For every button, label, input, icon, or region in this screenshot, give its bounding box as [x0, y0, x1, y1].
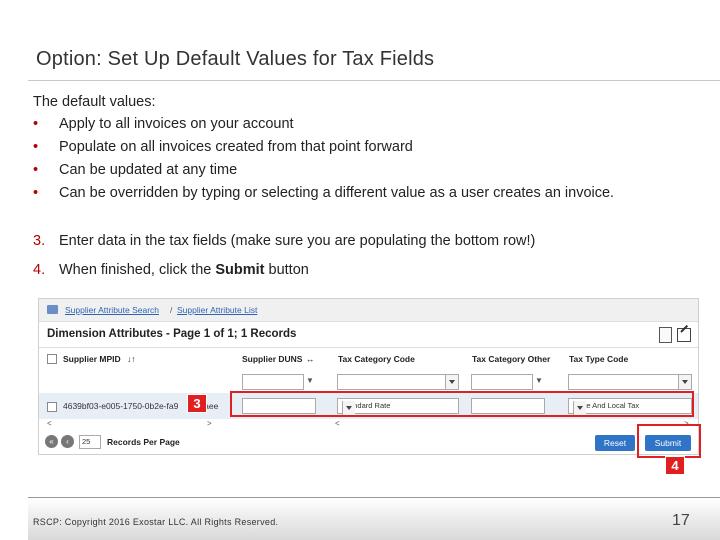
title-divider	[28, 80, 720, 81]
tax-type-code-filter[interactable]	[568, 374, 692, 390]
app-screenshot: Supplier Attribute Search / Supplier Att…	[38, 298, 699, 455]
callout-4-highlight	[637, 424, 701, 458]
callout-3-highlight	[230, 391, 694, 417]
breadcrumb-link-list[interactable]: Supplier Attribute List	[177, 305, 257, 315]
slide-title: Option: Set Up Default Values for Tax Fi…	[36, 48, 435, 70]
breadcrumb-link-search[interactable]: Supplier Attribute Search	[65, 305, 159, 315]
callout-3-badge: 3	[187, 394, 207, 413]
bullet-marker: •	[33, 139, 39, 155]
column-header-mpid[interactable]: Supplier MPID	[63, 354, 121, 364]
step-3-number: 3.	[33, 233, 46, 249]
first-page-icon[interactable]: «	[45, 435, 58, 448]
edit-icon[interactable]	[677, 328, 691, 342]
column-header-tax-category-code[interactable]: Tax Category Code	[338, 354, 415, 364]
column-header-duns[interactable]: Supplier DUNS	[242, 354, 302, 364]
step-3-text: Enter data in the tax fields (make sure …	[59, 233, 536, 249]
breadcrumb: Supplier Attribute Search / Supplier Att…	[39, 299, 698, 322]
bullet-text: Populate on all invoices created from th…	[59, 139, 413, 155]
sort-icon[interactable]: ↓↑	[127, 354, 136, 364]
bullet-text: Can be updated at any time	[59, 162, 238, 178]
step-4: 4. When finished, click the Submit butto…	[33, 262, 309, 278]
page-number: 17	[672, 512, 690, 529]
scroll-right-icon[interactable]: >	[207, 419, 212, 428]
tax-category-code-filter[interactable]	[337, 374, 459, 390]
previous-page-icon[interactable]: ‹	[61, 435, 74, 448]
scroll-left-icon[interactable]: <	[47, 419, 52, 428]
step-4-text: When finished, click the Submit button	[59, 262, 309, 278]
select-all-checkbox[interactable]	[47, 354, 57, 364]
bullet-marker: •	[33, 185, 39, 201]
reset-button[interactable]: Reset	[595, 435, 635, 451]
table-heading: Dimension Attributes - Page 1 of 1; 1 Re…	[39, 322, 698, 346]
records-per-page-select[interactable]: 25	[79, 435, 101, 449]
column-header-tax-type-code[interactable]: Tax Type Code	[569, 354, 628, 364]
callout-4-badge: 4	[665, 456, 685, 475]
step-4-number: 4.	[33, 262, 46, 278]
column-header-row: Supplier MPID ↓↑ Supplier DUNS ↔ Tax Cat…	[39, 347, 698, 371]
select-value: 25	[82, 437, 91, 446]
column-header-tax-category-other[interactable]: Tax Category Other	[472, 354, 550, 364]
home-icon[interactable]	[47, 305, 58, 314]
footer-copyright: RSCP: Copyright 2016 Exostar LLC. All Ri…	[33, 517, 279, 527]
scroll-left-icon[interactable]: <	[335, 419, 340, 428]
breadcrumb-separator: /	[170, 305, 173, 315]
bullet-marker: •	[33, 162, 39, 178]
table-footer: « ‹ 25 Records Per Page Reset Submit	[39, 430, 698, 454]
duns-filter-input[interactable]	[242, 374, 304, 390]
sort-icon[interactable]: ↔	[306, 354, 315, 364]
step-4-text-bold: Submit	[215, 262, 265, 278]
mpid-text: 4639bf03-e005-1750-0b2e-fa9	[63, 401, 179, 411]
records-per-page-label: Records Per Page	[107, 437, 180, 447]
row-checkbox[interactable]	[47, 402, 57, 412]
filter-row: ▼ ▼	[39, 370, 698, 392]
excel-export-icon[interactable]	[659, 327, 672, 343]
step-3: 3. Enter data in the tax fields (make su…	[33, 233, 535, 249]
filter-icon[interactable]: ▼	[306, 376, 314, 386]
bullet-text: Can be overridden by typing or selecting…	[59, 185, 615, 201]
chevron-down-icon[interactable]	[678, 375, 691, 389]
horizontal-scrollbar[interactable]: < > < >	[39, 419, 698, 429]
chevron-down-icon[interactable]	[445, 375, 458, 389]
tax-category-other-filter-input[interactable]	[471, 374, 533, 390]
bullet-marker: •	[33, 116, 39, 132]
page-title: Dimension Attributes - Page 1 of 1; 1 Re…	[47, 328, 297, 340]
filter-icon[interactable]: ▼	[535, 376, 543, 386]
step-4-text-post: button	[264, 262, 309, 278]
step-4-text-pre: When finished, click the	[59, 262, 216, 278]
intro-text: The default values:	[33, 94, 156, 110]
bullet-text: Apply to all invoices on your account	[59, 116, 294, 132]
